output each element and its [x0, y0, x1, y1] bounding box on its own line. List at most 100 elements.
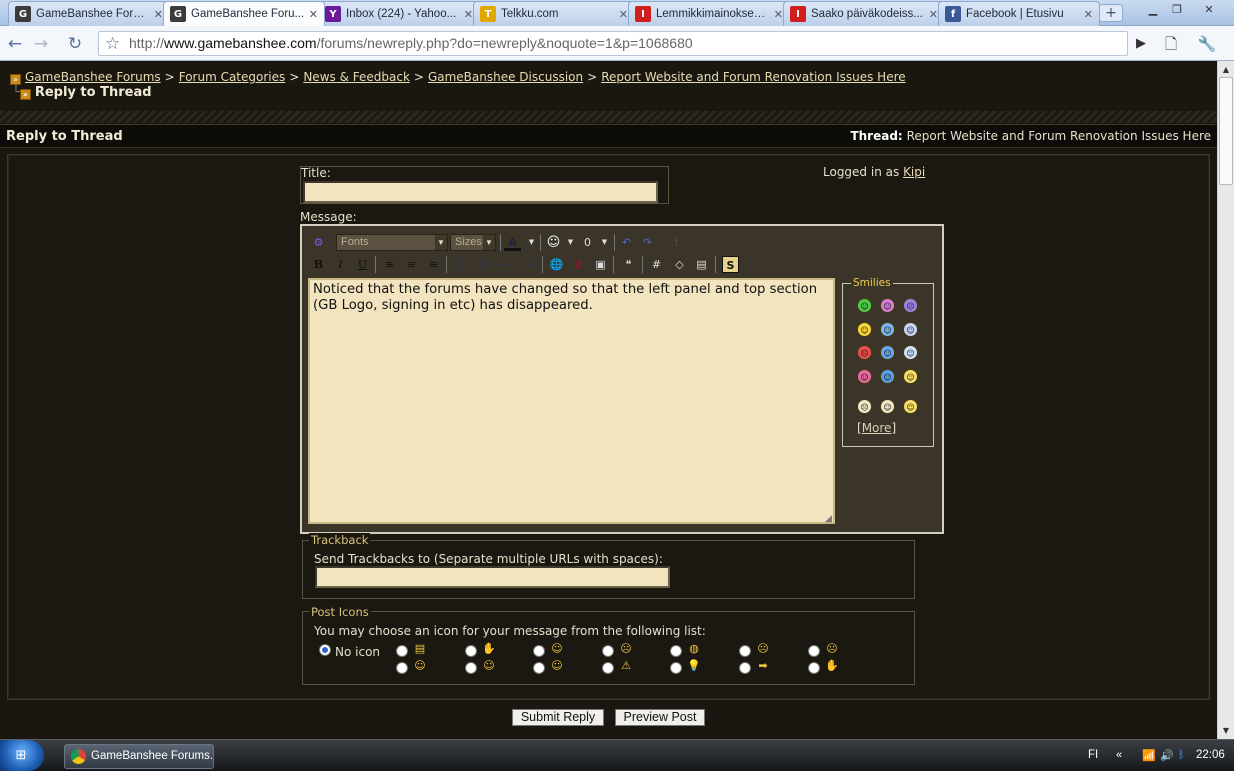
remove-link-icon[interactable]: ⊘ [570, 256, 587, 273]
tab-yahoo-inbox[interactable]: Y Inbox (224) - Yahoo... ✕ [318, 1, 480, 26]
strike-s-icon[interactable]: S [722, 256, 739, 273]
tab-gamebanshee-forums[interactable]: G GameBanshee Forums ✕ [8, 1, 170, 26]
language-indicator[interactable]: FI [1088, 749, 1098, 761]
bluetooth-icon[interactable]: ᛒ [1178, 749, 1185, 761]
bold-button[interactable]: B [310, 256, 327, 273]
wrench-icon[interactable]: 🔧 [1196, 33, 1218, 55]
tab-telkku[interactable]: T Telkku.com ✕ [473, 1, 635, 26]
quote-icon[interactable]: ❝ [620, 256, 637, 273]
post-icon-radio-11[interactable] [602, 662, 614, 674]
smiley-tongue-icon[interactable]: ☺ [880, 298, 895, 313]
html-icon[interactable]: ◇ [671, 256, 688, 273]
text-color-icon[interactable]: A [504, 234, 521, 251]
smiley-smile-icon[interactable]: ☺ [857, 322, 872, 337]
post-icon-radio-4[interactable] [602, 645, 614, 657]
chevron-down-icon[interactable]: ▼ [523, 234, 540, 251]
close-icon[interactable]: ✕ [464, 8, 473, 21]
smiley-eek-icon[interactable]: ☺ [903, 322, 918, 337]
post-icon-radio-1[interactable] [396, 645, 408, 657]
submit-reply-button[interactable]: Submit Reply [512, 709, 604, 726]
close-icon[interactable]: ✕ [154, 8, 163, 21]
smiley-cool-icon[interactable]: ☺ [880, 322, 895, 337]
tray-expand-icon[interactable]: « [1116, 749, 1122, 761]
smiley-angry-icon[interactable]: ☹ [857, 345, 872, 360]
title-input[interactable] [303, 181, 658, 203]
redo-icon[interactable]: ↷ [639, 234, 656, 251]
post-icon-radio-none[interactable] [319, 644, 331, 656]
network-icon[interactable]: 📶 [1142, 749, 1156, 762]
php-icon[interactable]: ▤ [693, 256, 710, 273]
breadcrumb-link-forums[interactable]: GameBanshee Forums [25, 70, 161, 84]
close-icon[interactable]: ✕ [774, 8, 783, 21]
chevron-down-icon[interactable]: ▼ [562, 234, 579, 251]
smiley-kiss-icon[interactable]: ☺ [857, 369, 872, 384]
resize-grip-icon[interactable]: ◢ [825, 514, 832, 524]
address-bar[interactable]: ☆ http://www.gamebanshee.com/forums/newr… [98, 31, 1128, 56]
smiley-confused-icon[interactable]: ☹ [857, 399, 872, 414]
tab-saako-paivakodeiss[interactable]: I Saako päiväkodeiss... ✕ [783, 1, 945, 26]
back-icon[interactable]: ← [4, 33, 26, 55]
ordered-list-icon[interactable]: ☰ [453, 256, 470, 273]
volume-icon[interactable]: 🔊 [1160, 749, 1174, 762]
preview-post-button[interactable]: Preview Post [615, 709, 705, 726]
smiley-rolleyes-icon[interactable]: ☺ [880, 399, 895, 414]
scroll-up-icon[interactable]: ▲ [1218, 61, 1234, 78]
breadcrumb-link-categories[interactable]: Forum Categories [179, 70, 286, 84]
underline-button[interactable]: U [354, 256, 371, 273]
close-icon[interactable]: ✕ [929, 8, 938, 21]
italic-button[interactable]: I [332, 256, 349, 273]
go-icon[interactable]: ▶ [1130, 33, 1152, 55]
smiley-picker-icon[interactable]: ☺ [545, 234, 562, 251]
switch-editor-mode-icon[interactable]: ⚙ [310, 234, 327, 251]
size-dropdown[interactable]: Sizes ▼ [450, 234, 496, 251]
smiley-laugh-icon[interactable]: ☺ [903, 369, 918, 384]
reload-icon[interactable]: ↻ [64, 33, 86, 55]
scrollbar-thumb[interactable] [1219, 77, 1233, 185]
attachment-icon[interactable]: 0 [579, 234, 596, 251]
undo-icon[interactable]: ↶ [618, 234, 635, 251]
unordered-list-icon[interactable]: ☰ [475, 256, 492, 273]
more-smilies-link[interactable]: More [862, 421, 892, 435]
post-icon-radio-3[interactable] [533, 645, 545, 657]
insert-link-icon[interactable]: 🌐 [548, 256, 565, 273]
tab-gamebanshee-reply[interactable]: G GameBanshee Foru... ✕ [163, 1, 325, 26]
tab-facebook[interactable]: f Facebook | Etusivu ✕ [938, 1, 1100, 26]
taskbar-item-chrome[interactable]: GameBanshee Forums... [64, 744, 214, 769]
start-button[interactable]: ⊞ [0, 740, 44, 771]
smiley-mad-icon[interactable]: ☹ [903, 298, 918, 313]
outdent-icon[interactable]: ⇤ [498, 256, 515, 273]
vertical-scrollbar[interactable]: ▲ ▼ [1217, 61, 1234, 739]
restore-icon[interactable]: ❐ [1166, 2, 1188, 19]
smiley-angel-icon[interactable]: ☺ [903, 399, 918, 414]
align-left-icon[interactable]: ≡ [381, 256, 398, 273]
align-right-icon[interactable]: ≡ [425, 256, 442, 273]
smiley-sunglasses-icon[interactable]: ☺ [903, 345, 918, 360]
post-icon-radio-5[interactable] [670, 645, 682, 657]
post-icon-radio-2[interactable] [465, 645, 477, 657]
post-icon-radio-13[interactable] [739, 662, 751, 674]
font-dropdown[interactable]: Fonts ▼ [336, 234, 448, 251]
new-tab-button[interactable]: + [1099, 4, 1123, 22]
breadcrumb-link-thread[interactable]: Report Website and Forum Renovation Issu… [601, 70, 905, 84]
forward-icon[interactable]: → [30, 33, 52, 55]
insert-image-icon[interactable]: ▣ [592, 256, 609, 273]
breadcrumb-link-news-feedback[interactable]: News & Feedback [303, 70, 410, 84]
indent-icon[interactable]: ⇥ [521, 256, 538, 273]
username-link[interactable]: Kipi [903, 165, 925, 179]
post-icon-radio-8[interactable] [396, 662, 408, 674]
smiley-happy-icon[interactable]: ☺ [880, 369, 895, 384]
close-icon[interactable]: ✕ [619, 8, 628, 21]
message-textarea[interactable]: Noticed that the forums have changed so … [308, 278, 835, 524]
page-menu-icon[interactable]: 🗋 [1160, 33, 1182, 55]
smiley-wink-icon[interactable]: ☺ [880, 345, 895, 360]
smiley-grin-icon[interactable]: ☺ [857, 298, 872, 313]
post-icon-radio-7[interactable] [808, 645, 820, 657]
trackback-input[interactable] [315, 566, 670, 588]
chevron-down-icon[interactable]: ▼ [596, 234, 613, 251]
post-icon-radio-14[interactable] [808, 662, 820, 674]
post-icon-radio-9[interactable] [465, 662, 477, 674]
close-window-icon[interactable]: ✕ [1198, 2, 1220, 19]
post-icon-radio-10[interactable] [533, 662, 545, 674]
clock[interactable]: 22:06 [1196, 749, 1225, 761]
align-center-icon[interactable]: ≡ [403, 256, 420, 273]
